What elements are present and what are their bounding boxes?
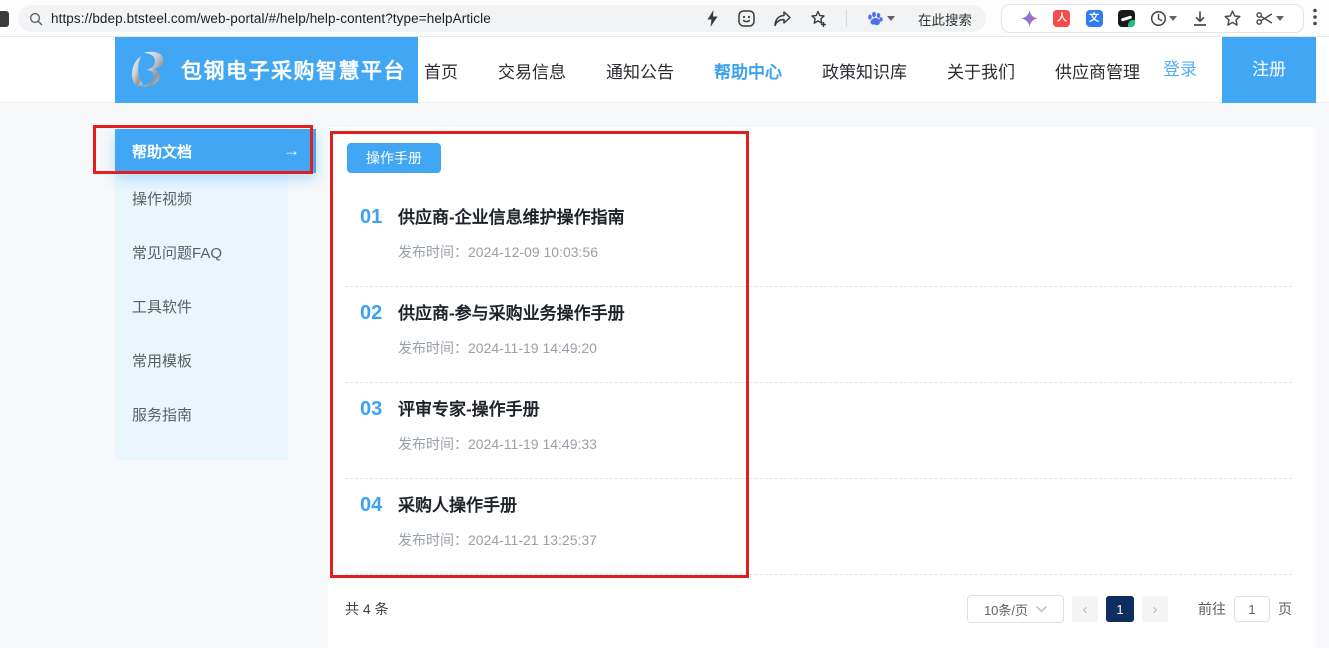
nav-policy-kb[interactable]: 政策知识库 bbox=[822, 58, 907, 83]
nav-help-center[interactable]: 帮助中心 bbox=[714, 58, 782, 83]
download-icon[interactable] bbox=[1192, 11, 1208, 27]
translate-glyph: 文 bbox=[1089, 14, 1099, 24]
extensions-bar: 人 文 bbox=[1001, 4, 1304, 33]
nav-home[interactable]: 首页 bbox=[424, 58, 458, 83]
sidebar-item-videos[interactable]: 操作视频 bbox=[115, 173, 288, 227]
chevron-down-icon[interactable] bbox=[1169, 16, 1177, 21]
article-number: 03 bbox=[360, 398, 398, 421]
sidebar-item-faq[interactable]: 常见问题FAQ bbox=[115, 227, 288, 281]
date-value: 2024-12-09 10:03:56 bbox=[468, 244, 598, 260]
logo-b-icon bbox=[127, 47, 173, 93]
reader-smiley-icon[interactable] bbox=[738, 10, 755, 27]
page-size-select[interactable]: 10条/页 bbox=[967, 595, 1064, 623]
register-button[interactable]: 注册 bbox=[1222, 37, 1316, 103]
help-sidebar: 操作视频 常见问题FAQ 工具软件 常用模板 服务指南 bbox=[115, 128, 288, 460]
bookmark-add-icon[interactable] bbox=[810, 10, 827, 27]
favorites-star-icon[interactable] bbox=[1224, 10, 1241, 27]
current-page-button[interactable]: 1 bbox=[1106, 596, 1134, 622]
article-list: 01 供应商-企业信息维护操作指南 发布时间：2024-12-09 10:03:… bbox=[328, 191, 1315, 575]
nav-about-us[interactable]: 关于我们 bbox=[947, 58, 1015, 83]
sidebar-item-service-guide[interactable]: 服务指南 bbox=[115, 389, 288, 443]
history-icon[interactable] bbox=[1150, 10, 1177, 27]
chevron-down-icon bbox=[1036, 606, 1047, 613]
lightning-icon[interactable] bbox=[706, 10, 719, 27]
chevron-down-icon[interactable] bbox=[887, 16, 895, 21]
baidu-search-widget[interactable] bbox=[866, 10, 895, 28]
toolbar-divider bbox=[846, 10, 847, 27]
article-publish-date: 发布时间：2024-11-19 14:49:20 bbox=[398, 338, 1292, 358]
pdf-glyph: 人 bbox=[1057, 14, 1067, 24]
date-label: 发布时间： bbox=[398, 340, 468, 356]
article-publish-date: 发布时间：2024-12-09 10:03:56 bbox=[398, 242, 1292, 262]
partial-browser-icon bbox=[0, 11, 9, 27]
login-link[interactable]: 登录 bbox=[1163, 37, 1197, 103]
next-page-button[interactable]: › bbox=[1142, 596, 1168, 622]
gemini-sparkle-icon[interactable] bbox=[1021, 10, 1038, 27]
search-hint-label[interactable]: 在此搜索 bbox=[918, 9, 972, 29]
article-title[interactable]: 供应商-企业信息维护操作指南 bbox=[398, 203, 625, 228]
sidebar-item-help-docs[interactable]: 帮助文档 → bbox=[115, 129, 316, 173]
article-publish-date: 发布时间：2024-11-21 13:25:37 bbox=[398, 530, 1292, 550]
list-item[interactable]: 03 评审专家-操作手册 发布时间：2024-11-19 14:49:33 bbox=[345, 383, 1292, 479]
search-icon bbox=[29, 12, 43, 26]
page-unit-label: 页 bbox=[1278, 599, 1292, 619]
nav-supplier-mgmt[interactable]: 供应商管理 bbox=[1055, 58, 1140, 83]
logo[interactable]: 包钢电子采购智慧平台 bbox=[115, 37, 418, 103]
help-content-panel: 操作手册 01 供应商-企业信息维护操作指南 发布时间：2024-12-09 1… bbox=[328, 127, 1315, 648]
baidu-paw-icon bbox=[866, 10, 884, 28]
article-number: 04 bbox=[360, 494, 398, 517]
article-number: 02 bbox=[360, 302, 398, 325]
sidebar-item-tools[interactable]: 工具软件 bbox=[115, 281, 288, 335]
goto-page-input[interactable] bbox=[1234, 596, 1270, 622]
sidebar-active-label: 帮助文档 bbox=[132, 141, 192, 162]
article-title[interactable]: 供应商-参与采购业务操作手册 bbox=[398, 299, 625, 324]
dark-extension-icon[interactable] bbox=[1118, 10, 1135, 27]
manual-category-button[interactable]: 操作手册 bbox=[347, 143, 441, 173]
article-number: 01 bbox=[360, 206, 398, 229]
date-value: 2024-11-19 14:49:33 bbox=[468, 436, 597, 452]
list-item[interactable]: 04 采购人操作手册 发布时间：2024-11-21 13:25:37 bbox=[345, 479, 1292, 575]
list-item[interactable]: 02 供应商-参与采购业务操作手册 发布时间：2024-11-19 14:49:… bbox=[345, 287, 1292, 383]
site-title: 包钢电子采购智慧平台 bbox=[181, 55, 406, 85]
address-bar[interactable]: https://bdep.btsteel.com/web-portal/#/he… bbox=[18, 5, 986, 32]
page-size-value: 10条/页 bbox=[984, 600, 1028, 619]
date-label: 发布时间： bbox=[398, 244, 468, 260]
date-label: 发布时间： bbox=[398, 532, 468, 548]
sidebar-item-templates[interactable]: 常用模板 bbox=[115, 335, 288, 389]
main-nav: 首页 交易信息 通知公告 帮助中心 政策知识库 关于我们 供应商管理 bbox=[424, 37, 1140, 103]
total-count-label: 共 4 条 bbox=[345, 599, 389, 619]
date-value: 2024-11-21 13:25:37 bbox=[468, 532, 597, 548]
menu-dots-icon[interactable] bbox=[1313, 8, 1317, 26]
screenshot-scissors-icon[interactable] bbox=[1256, 11, 1284, 26]
date-value: 2024-11-19 14:49:20 bbox=[468, 340, 597, 356]
article-title[interactable]: 采购人操作手册 bbox=[398, 491, 517, 516]
site-header: 包钢电子采购智慧平台 首页 交易信息 通知公告 帮助中心 政策知识库 关于我们 … bbox=[0, 37, 1329, 103]
url-text[interactable]: https://bdep.btsteel.com/web-portal/#/he… bbox=[51, 11, 491, 26]
share-icon[interactable] bbox=[774, 11, 791, 27]
pagination: 共 4 条 10条/页 ‹ 1 › 前往 页 bbox=[345, 595, 1292, 623]
date-label: 发布时间： bbox=[398, 436, 468, 452]
list-item[interactable]: 01 供应商-企业信息维护操作指南 发布时间：2024-12-09 10:03:… bbox=[345, 191, 1292, 287]
goto-label: 前往 bbox=[1198, 599, 1226, 619]
article-publish-date: 发布时间：2024-11-19 14:49:33 bbox=[398, 434, 1292, 454]
translate-icon[interactable]: 文 bbox=[1086, 10, 1103, 27]
article-title[interactable]: 评审专家-操作手册 bbox=[398, 395, 540, 420]
pdf-icon[interactable]: 人 bbox=[1053, 10, 1070, 27]
chevron-down-icon[interactable] bbox=[1276, 16, 1284, 21]
nav-notices[interactable]: 通知公告 bbox=[606, 58, 674, 83]
nav-trade-info[interactable]: 交易信息 bbox=[498, 58, 566, 83]
browser-toolbar: https://bdep.btsteel.com/web-portal/#/he… bbox=[0, 0, 1329, 37]
arrow-right-icon: → bbox=[283, 141, 300, 161]
prev-page-button[interactable]: ‹ bbox=[1072, 596, 1098, 622]
